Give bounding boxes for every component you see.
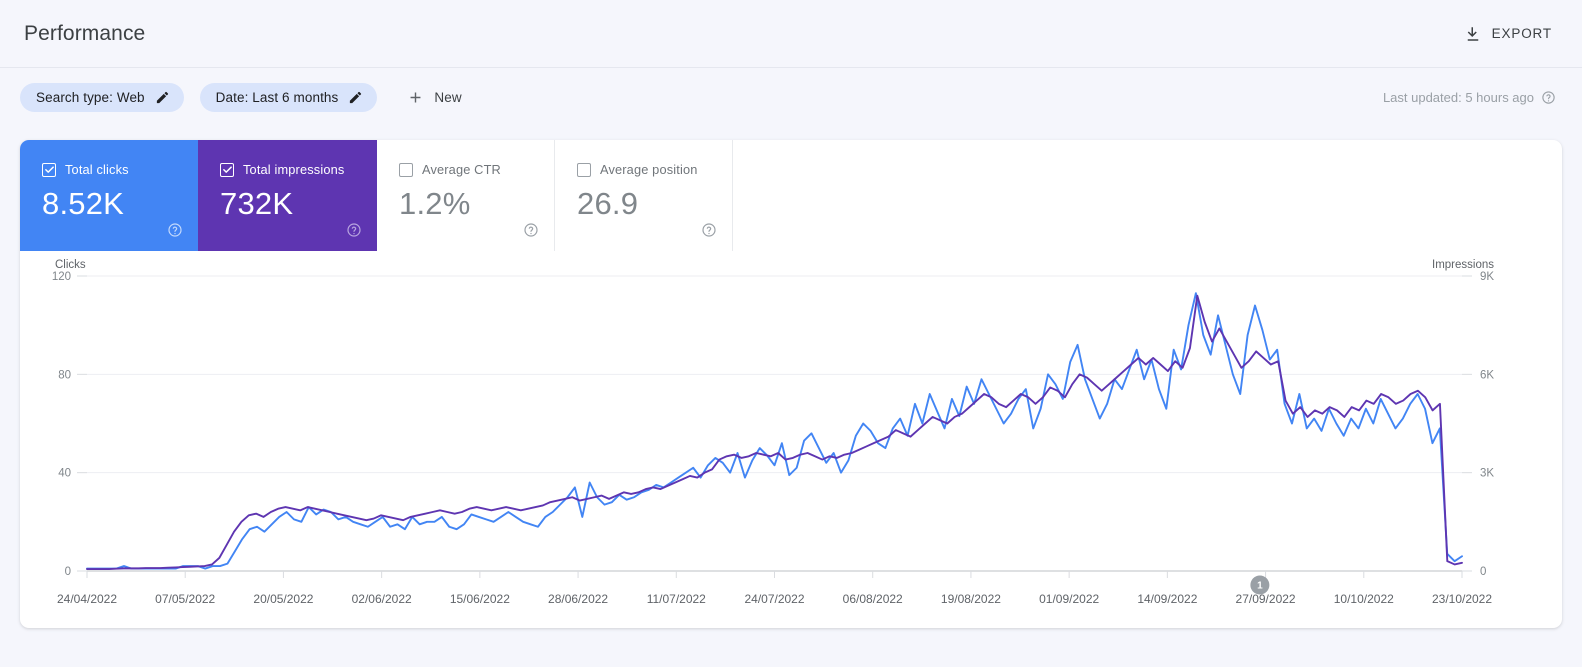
- metric-card-header: Total clicks: [42, 162, 198, 177]
- x-tick-label: 20/05/2022: [253, 592, 313, 606]
- x-tick-label: 10/10/2022: [1334, 592, 1394, 606]
- metric-card-average-position[interactable]: Average position 26.9: [555, 140, 733, 251]
- x-tick-label: 19/08/2022: [941, 592, 1001, 606]
- x-tick-label: 01/09/2022: [1039, 592, 1099, 606]
- svg-text:1: 1: [1257, 581, 1263, 592]
- add-filter-button[interactable]: New: [395, 82, 473, 113]
- checkbox-total-clicks[interactable]: [42, 162, 56, 177]
- filter-chip-label: Date: Last 6 months: [215, 89, 339, 105]
- chart-svg: Clicks Impressions 0 40 80 120 0 3K 6K 9K 24/04/20…: [52, 259, 1495, 606]
- metric-card-label: Average position: [600, 162, 698, 177]
- help-circle-icon[interactable]: [701, 222, 717, 238]
- chart-annotation-marker[interactable]: 1: [1250, 575, 1270, 595]
- last-updated-label: Last updated: 5 hours ago: [1382, 89, 1534, 105]
- metric-card-label: Total impressions: [243, 162, 345, 177]
- performance-chart[interactable]: Clicks Impressions 0 40 80 120 0 3K 6K 9K 24/04/20…: [20, 251, 1562, 628]
- help-circle-icon[interactable]: [167, 222, 183, 238]
- metric-card-total-clicks[interactable]: Total clicks 8.52K: [20, 140, 198, 251]
- y-tick-left: 0: [65, 566, 71, 578]
- y-axis-left-title: Clicks: [55, 259, 86, 271]
- help-circle-icon[interactable]: [346, 222, 362, 238]
- chart-line-total-impressions: [86, 294, 1463, 570]
- filter-chips: Search type: Web Date: Last 6 months New: [20, 82, 474, 113]
- metric-card-value: 732K: [220, 186, 294, 221]
- metric-card-total-impressions[interactable]: Total impressions 732K: [198, 140, 377, 251]
- metric-card-value: 8.52K: [42, 186, 125, 221]
- y-tick-right: 9K: [1480, 271, 1494, 283]
- export-button[interactable]: EXPORT: [1460, 19, 1556, 49]
- x-tick-label: 27/09/2022: [1236, 592, 1296, 606]
- plus-icon: [407, 89, 424, 106]
- x-tick-label: 24/07/2022: [744, 592, 804, 606]
- filter-chip-date[interactable]: Date: Last 6 months: [199, 82, 378, 112]
- pencil-icon[interactable]: [348, 90, 363, 105]
- filter-bar: Search type: Web Date: Last 6 months New…: [0, 68, 1582, 126]
- page-title: Performance: [24, 21, 146, 45]
- checkbox-total-impressions[interactable]: [220, 162, 234, 177]
- y-tick-right: 3K: [1480, 468, 1494, 480]
- filter-chip-search-type[interactable]: Search type: Web: [20, 82, 184, 112]
- x-tick-label: 24/04/2022: [57, 592, 117, 606]
- y-tick-right: 6K: [1480, 369, 1494, 381]
- y-axis-right-title: Impressions: [1432, 259, 1494, 271]
- checkbox-average-position[interactable]: [577, 162, 591, 177]
- last-updated: Last updated: 5 hours ago: [1383, 90, 1556, 105]
- add-filter-label: New: [434, 89, 462, 105]
- metric-card-label: Average CTR: [422, 162, 501, 177]
- metric-card-value: 26.9: [577, 186, 639, 221]
- x-tick-label: 14/09/2022: [1137, 592, 1197, 606]
- page-header: Performance EXPORT: [0, 0, 1582, 68]
- x-tick-label: 06/08/2022: [843, 592, 903, 606]
- x-tick-label: 07/05/2022: [155, 592, 215, 606]
- help-circle-icon[interactable]: [523, 222, 539, 238]
- metric-card-header: Total impressions: [220, 162, 377, 177]
- y-tick-right: 0: [1480, 566, 1486, 578]
- metric-card-label: Total clicks: [65, 162, 129, 177]
- x-tick-label: 15/06/2022: [450, 592, 510, 606]
- x-tick-label: 11/07/2022: [647, 592, 706, 606]
- metric-cards: Total clicks 8.52K Total impressions 732…: [20, 140, 1562, 251]
- y-tick-left: 40: [58, 468, 71, 480]
- filter-chip-label: Search type: Web: [36, 89, 145, 105]
- help-circle-icon[interactable]: [1541, 90, 1556, 105]
- performance-panel: Total clicks 8.52K Total impressions 732…: [20, 140, 1562, 628]
- x-tick-label: 23/10/2022: [1432, 592, 1492, 606]
- pencil-icon[interactable]: [155, 90, 170, 105]
- x-tick-label: 28/06/2022: [548, 592, 608, 606]
- checkbox-average-ctr[interactable]: [399, 162, 413, 177]
- x-tick-label: 02/06/2022: [352, 592, 412, 606]
- export-label: EXPORT: [1491, 26, 1552, 41]
- metric-card-average-ctr[interactable]: Average CTR 1.2%: [377, 140, 555, 251]
- y-tick-left: 120: [52, 271, 71, 283]
- y-tick-left: 80: [58, 369, 71, 381]
- download-icon: [1464, 25, 1482, 43]
- metric-card-value: 1.2%: [399, 186, 471, 221]
- chart-line-total-clicks: [86, 292, 1463, 570]
- metric-card-header: Average position: [577, 162, 732, 177]
- metric-card-header: Average CTR: [399, 162, 554, 177]
